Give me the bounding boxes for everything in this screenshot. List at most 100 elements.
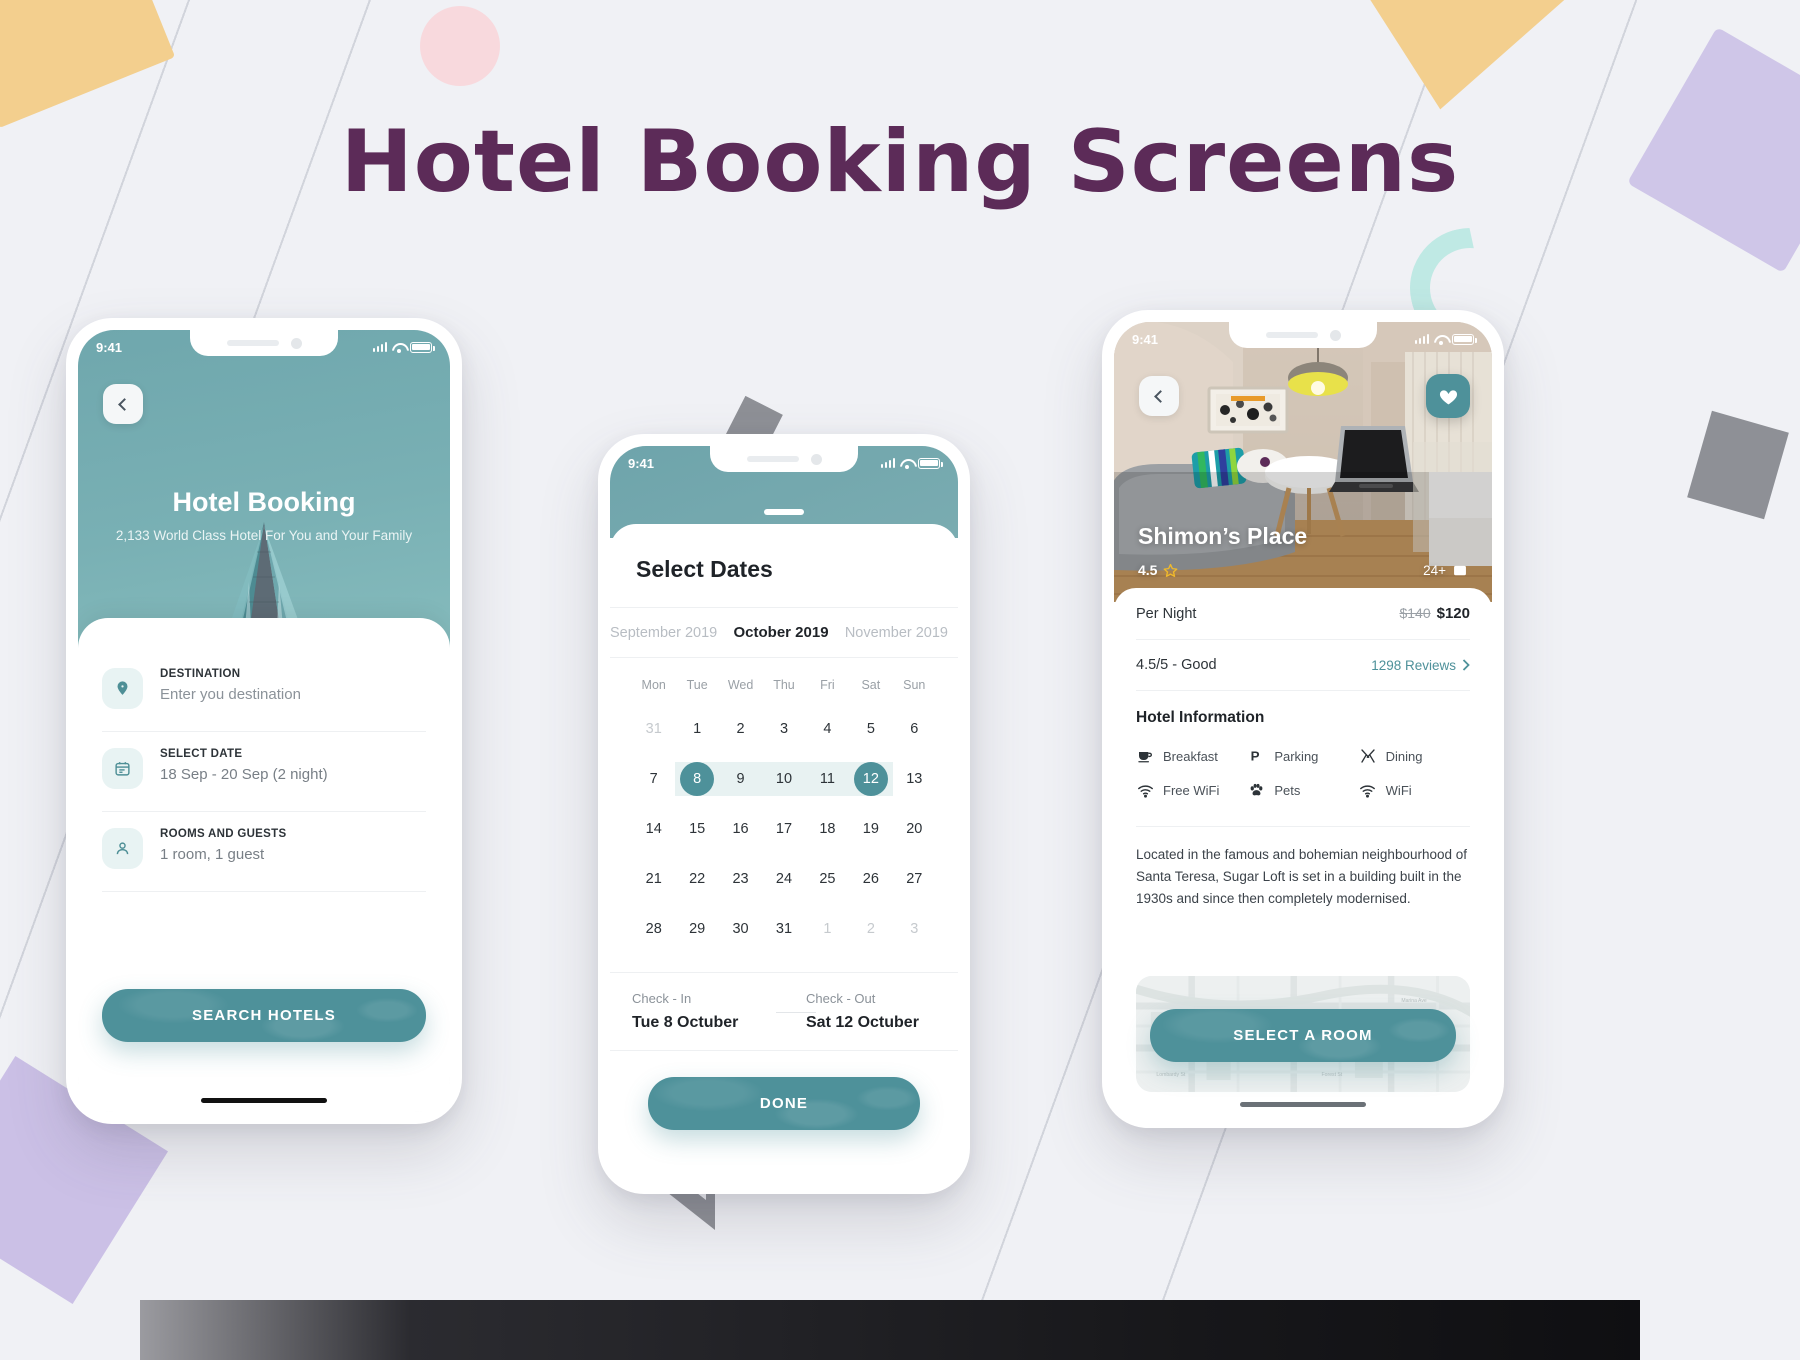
calendar-day[interactable]: 21	[632, 856, 675, 902]
calendar-day[interactable]: 17	[762, 806, 805, 852]
status-time: 9:41	[96, 339, 123, 355]
calendar-week-row: 14 15 16 17 18 19 20	[632, 806, 936, 852]
rating-value: 4.5	[1138, 562, 1158, 578]
calendar-day[interactable]: 20	[893, 806, 936, 852]
calendar-day[interactable]: 10	[762, 756, 805, 802]
battery-icon	[1452, 333, 1477, 345]
calendar-day[interactable]: 12	[849, 756, 892, 802]
calendar-day[interactable]: 28	[632, 906, 675, 952]
destination-input[interactable]: Enter you destination	[160, 686, 301, 703]
check-in-block[interactable]: Check - In Tue 8 Octuber	[610, 973, 784, 1050]
prev-month-label[interactable]: September 2019	[610, 625, 717, 641]
calendar-day[interactable]: 1	[675, 706, 718, 752]
camera-icon	[290, 337, 302, 349]
favorite-button[interactable]	[1426, 374, 1470, 418]
svg-text:Forest St: Forest St	[1322, 1072, 1343, 1078]
check-out-block[interactable]: Check - Out Sat 12 Octuber	[776, 973, 958, 1050]
select-a-room-label: SELECT A ROOM	[1233, 1027, 1373, 1044]
select-room-button-wrapper: SELECT A ROOM	[1150, 1009, 1456, 1062]
review-row[interactable]: 4.5/5 - Good 1298 Reviews	[1136, 640, 1470, 691]
calendar-day-number: 2	[866, 921, 875, 937]
check-in-label: Check - In	[632, 991, 692, 1006]
photo-count-badge[interactable]: 24+	[1423, 563, 1468, 578]
calendar-grid: Mon Tue Wed Thu Fri Sat Sun 31 1 2 3 4 5 6 7 8 9 10 11 12 1…	[610, 658, 958, 964]
calendar-weekday: Sun	[903, 678, 926, 692]
calendar-day[interactable]: 5	[849, 706, 892, 752]
amenities-grid: Breakfast P Parking Dining Free WiFi Pet…	[1136, 731, 1470, 827]
calendar-day-number: 29	[689, 921, 706, 937]
star-icon	[1164, 563, 1178, 577]
rooms-guests-value[interactable]: 1 room, 1 guest	[160, 846, 286, 863]
calendar-day[interactable]: 6	[893, 706, 936, 752]
search-button-wrapper: SEARCH HOTELS	[102, 989, 426, 1042]
calendar-day-number: 14	[645, 821, 662, 837]
calendar-week-row: 21 22 23 24 25 26 27	[632, 856, 936, 902]
amenity-label: Parking	[1274, 748, 1319, 764]
calendar-day-number: 24	[775, 871, 793, 887]
coffee-cup-icon	[1136, 748, 1154, 764]
calendar-day[interactable]: 24	[762, 856, 805, 902]
image-icon	[1454, 565, 1466, 576]
calendar-day[interactable]: 25	[806, 856, 849, 902]
calendar-day[interactable]: 31	[762, 906, 805, 952]
calendar-day[interactable]: 14	[632, 806, 675, 852]
reviews-link[interactable]: 1298 Reviews	[1371, 658, 1470, 673]
calendar-day[interactable]: 7	[632, 756, 675, 802]
price-label: Per Night	[1136, 605, 1197, 622]
calendar-weekday: Tue	[686, 678, 708, 692]
calendar-day[interactable]: 19	[849, 806, 892, 852]
calendar-day-number: 16	[732, 821, 749, 837]
calendar-day[interactable]: 29	[675, 906, 718, 952]
calendar-day[interactable]: 8	[675, 756, 718, 802]
back-button[interactable]	[103, 384, 143, 424]
calendar-day[interactable]: 2	[719, 706, 762, 752]
done-button[interactable]: DONE	[648, 1077, 920, 1130]
chevron-right-icon	[1462, 659, 1470, 671]
calendar-weekday: Mon	[641, 678, 666, 692]
select-date-field[interactable]: SELECT DATE 18 Sep - 20 Sep (2 night)	[102, 732, 426, 812]
speaker-icon	[746, 456, 799, 462]
calendar-day[interactable]: 27	[893, 856, 936, 902]
sheet-drag-handle[interactable]	[764, 509, 804, 515]
calendar-day[interactable]: 2	[849, 906, 892, 952]
calendar-day[interactable]: 3	[893, 906, 936, 952]
phone-mockup-hotel-detail: 9:41 Shimon’s Place 4.5 24+ Per Night $1…	[1102, 310, 1504, 1128]
calendar-day[interactable]: 1	[806, 906, 849, 952]
checkin-checkout-summary: Check - In Tue 8 Octuber Check - Out Sat…	[610, 972, 958, 1051]
wifi-icon	[1434, 334, 1447, 345]
destination-field[interactable]: DESTINATION Enter you destination	[102, 652, 426, 732]
calendar-weekday: Thu	[773, 678, 795, 692]
calendar-day[interactable]: 22	[675, 856, 718, 902]
select-a-room-button[interactable]: SELECT A ROOM	[1150, 1009, 1456, 1062]
status-icons	[880, 457, 943, 469]
select-date-value[interactable]: 18 Sep - 20 Sep (2 night)	[160, 766, 328, 783]
hero-header: 9:41 Hotel Booking 2,133 World Class Hot…	[78, 330, 450, 658]
amenity-free-wifi: Free WiFi	[1136, 773, 1247, 808]
calendar-day[interactable]: 16	[719, 806, 762, 852]
calendar-day[interactable]: 31	[632, 706, 675, 752]
calendar-day[interactable]: 11	[806, 756, 849, 802]
back-button[interactable]	[1139, 376, 1179, 416]
calendar-day[interactable]: 4	[806, 706, 849, 752]
done-label: DONE	[759, 1095, 809, 1112]
calendar-day[interactable]: 15	[675, 806, 718, 852]
hotel-photo: 9:41 Shimon’s Place 4.5 24+	[1114, 322, 1492, 602]
rooms-guests-label: ROOMS AND GUESTS	[160, 828, 287, 840]
svg-text:P: P	[1251, 749, 1260, 764]
calendar-day[interactable]: 23	[719, 856, 762, 902]
calendar-day-number: 7	[649, 771, 658, 787]
rooms-guests-field[interactable]: ROOMS AND GUESTS 1 room, 1 guest	[102, 812, 426, 892]
calendar-week-row: 31 1 2 3 4 5 6	[632, 706, 936, 752]
speaker-icon	[1265, 332, 1318, 338]
phone-mockup-search: 9:41 Hotel Booking 2,133 World Class Hot…	[66, 318, 462, 1124]
device-notch	[1229, 322, 1377, 348]
next-month-label[interactable]: November 2019	[845, 625, 948, 641]
search-hotels-button[interactable]: SEARCH HOTELS	[102, 989, 426, 1042]
calendar-day[interactable]: 30	[719, 906, 762, 952]
calendar-day[interactable]: 18	[806, 806, 849, 852]
calendar-day[interactable]: 3	[762, 706, 805, 752]
calendar-day[interactable]: 13	[893, 756, 936, 802]
calendar-day[interactable]: 26	[849, 856, 892, 902]
calendar-day-number: 1	[693, 721, 702, 737]
calendar-day[interactable]: 9	[719, 756, 762, 802]
